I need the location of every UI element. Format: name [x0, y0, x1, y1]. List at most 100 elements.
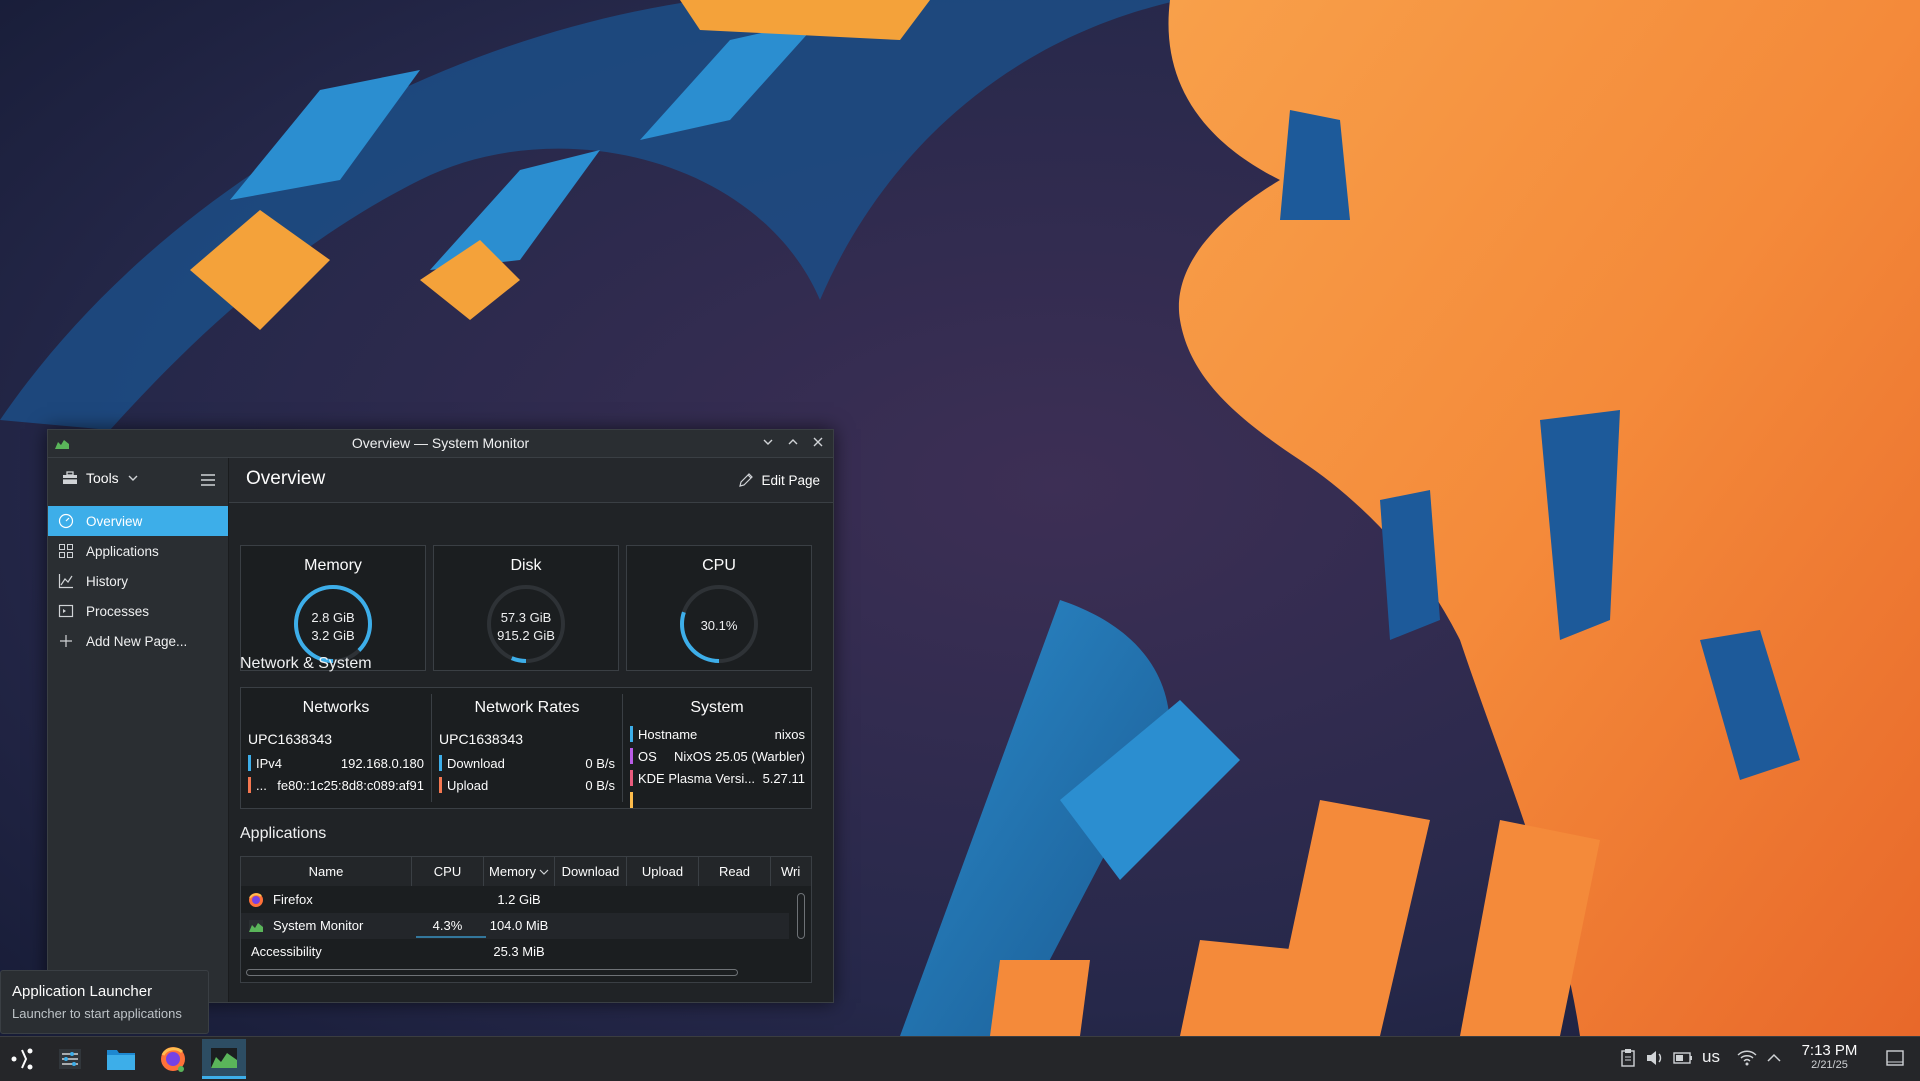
sidebar-item-history[interactable]: History — [48, 566, 228, 596]
table-row[interactable]: System Monitor 4.3% 104.0 MiB — [241, 913, 789, 939]
edit-page-button[interactable]: Edit Page — [738, 472, 820, 488]
close-icon — [813, 437, 823, 447]
column-header-download[interactable]: Download — [555, 857, 627, 886]
app-launcher-icon — [11, 1048, 33, 1070]
clipboard-icon[interactable] — [1617, 1047, 1639, 1069]
sidebar-item-applications[interactable]: Applications — [48, 536, 228, 566]
firefox-taskbar-button[interactable] — [151, 1039, 195, 1079]
row-label: IPv4 — [256, 755, 283, 771]
processes-icon — [58, 604, 74, 618]
page-navigation: Overview Applications History Processes … — [48, 506, 228, 656]
applications-grid-icon — [59, 544, 73, 558]
vertical-scrollbar[interactable] — [797, 893, 805, 939]
app-memory: 25.3 MiB — [493, 944, 545, 959]
row-value: 5.27.11 — [762, 770, 805, 786]
network-rates-title: Network Rates — [474, 699, 580, 716]
row-label: Download — [447, 755, 505, 771]
row-value: nixos — [774, 726, 805, 742]
disk-total-value: 915.2 GiB — [497, 628, 555, 643]
disk-card[interactable]: Disk 57.3 GiB 915.2 GiB — [433, 545, 619, 671]
memory-card[interactable]: Memory 2.8 GiB 3.2 GiB — [240, 545, 426, 671]
memory-used-value: 2.8 GiB — [311, 610, 355, 625]
column-header-write[interactable]: Wri — [771, 857, 811, 886]
overview-icon — [58, 513, 74, 529]
app-name: Firefox — [273, 892, 313, 907]
chevron-down-icon — [128, 475, 138, 481]
file-manager-button[interactable] — [99, 1039, 143, 1079]
edit-page-label: Edit Page — [761, 472, 820, 488]
clock-date: 2/21/25 — [1811, 1059, 1848, 1071]
system-monitor-taskbar-button[interactable] — [202, 1039, 246, 1079]
app-name: Accessibility — [251, 944, 322, 959]
app-name: System Monitor — [273, 918, 364, 933]
minimize-button[interactable] — [757, 432, 779, 454]
network-rates-column: Network Rates UPC1638343 Download 0 B/s … — [432, 688, 622, 808]
sidebar-item-add-page[interactable]: Add New Page... — [48, 626, 228, 656]
row-label: ... — [256, 777, 267, 793]
sidebar-item-label: Applications — [86, 543, 159, 559]
app-cpu: 4.3% — [432, 918, 463, 933]
system-settings-button[interactable] — [48, 1039, 92, 1079]
sidebar-item-label: Overview — [86, 513, 143, 529]
column-header-upload[interactable]: Upload — [627, 857, 699, 886]
cpu-card[interactable]: CPU 30.1% — [626, 545, 812, 671]
plus-icon — [60, 635, 72, 647]
memory-title: Memory — [304, 557, 362, 574]
cpu-value: 30.1% — [700, 618, 738, 633]
show-desktop-icon[interactable] — [1884, 1047, 1906, 1069]
sidebar-item-label: Add New Page... — [86, 633, 188, 649]
rates-interface: UPC1638343 — [439, 731, 524, 747]
page-title: Overview — [246, 468, 326, 489]
digital-clock[interactable]: 7:13 PM 2/21/25 — [1792, 1042, 1867, 1071]
volume-icon[interactable] — [1644, 1047, 1666, 1069]
keyboard-layout-indicator[interactable]: us — [1702, 1047, 1720, 1067]
close-button[interactable] — [807, 432, 829, 454]
network-system-heading: Network & System — [240, 655, 372, 672]
chevron-up-icon — [788, 439, 798, 445]
file-manager-icon — [107, 1050, 135, 1070]
window-titlebar[interactable]: Overview — System Monitor — [48, 430, 833, 458]
table-row[interactable]: Firefox 1.2 GiB — [241, 887, 789, 913]
row-value: 192.168.0.180 — [340, 755, 424, 771]
column-header-memory[interactable]: Memory — [484, 857, 555, 886]
row-label: KDE Plasma Versi... — [638, 770, 756, 786]
row-value: NixOS 25.05 (Warbler) — [674, 748, 805, 764]
cpu-title: CPU — [702, 557, 736, 574]
firefox-icon — [161, 1047, 185, 1072]
table-row[interactable]: Accessibility 25.3 MiB — [241, 939, 789, 965]
sidebar-item-label: History — [86, 573, 129, 589]
applications-heading: Applications — [240, 825, 327, 842]
series-color-swatch — [630, 726, 633, 742]
chevron-up-icon[interactable] — [1763, 1047, 1785, 1069]
row-value: 0 B/s — [585, 777, 615, 793]
system-settings-icon — [59, 1049, 81, 1069]
page-header: Overview Edit Page — [229, 458, 833, 503]
row-value: fe80::1c25:8d8:c089:af91 — [277, 777, 424, 793]
history-chart-icon — [58, 574, 73, 589]
taskbar: us 7:13 PM 2/21/25 — [0, 1036, 1920, 1081]
column-header-cpu[interactable]: CPU — [412, 857, 484, 886]
application-launcher-button[interactable] — [0, 1039, 44, 1079]
system-column: System Hostname nixos OS NixOS 25.05 (Wa… — [623, 688, 811, 808]
battery-icon[interactable] — [1672, 1047, 1694, 1069]
tools-menu-button[interactable]: Tools — [62, 470, 139, 486]
maximize-button[interactable] — [782, 432, 804, 454]
system-row: Hostname nixos — [630, 726, 805, 742]
hamburger-menu-icon[interactable] — [198, 470, 218, 490]
horizontal-scrollbar[interactable] — [246, 969, 738, 976]
system-title: System — [690, 699, 744, 716]
wifi-icon[interactable] — [1736, 1047, 1758, 1069]
networks-title: Networks — [302, 699, 370, 716]
system-monitor-icon — [211, 1047, 237, 1068]
column-header-read[interactable]: Read — [699, 857, 771, 886]
row-label: OS — [638, 748, 657, 764]
rate-row: Download 0 B/s — [439, 755, 615, 771]
sidebar: Tools Overview Applications History Proc… — [48, 458, 229, 1002]
system-monitor-window: Overview — System Monitor Tools Overview… — [47, 429, 834, 1003]
sidebar-item-processes[interactable]: Processes — [48, 596, 228, 626]
column-header-name[interactable]: Name — [241, 857, 412, 886]
sort-descending-icon — [539, 869, 549, 875]
row-label: Hostname — [638, 726, 698, 742]
sidebar-item-overview[interactable]: Overview — [48, 506, 228, 536]
sidebar-item-label: Processes — [86, 603, 150, 619]
